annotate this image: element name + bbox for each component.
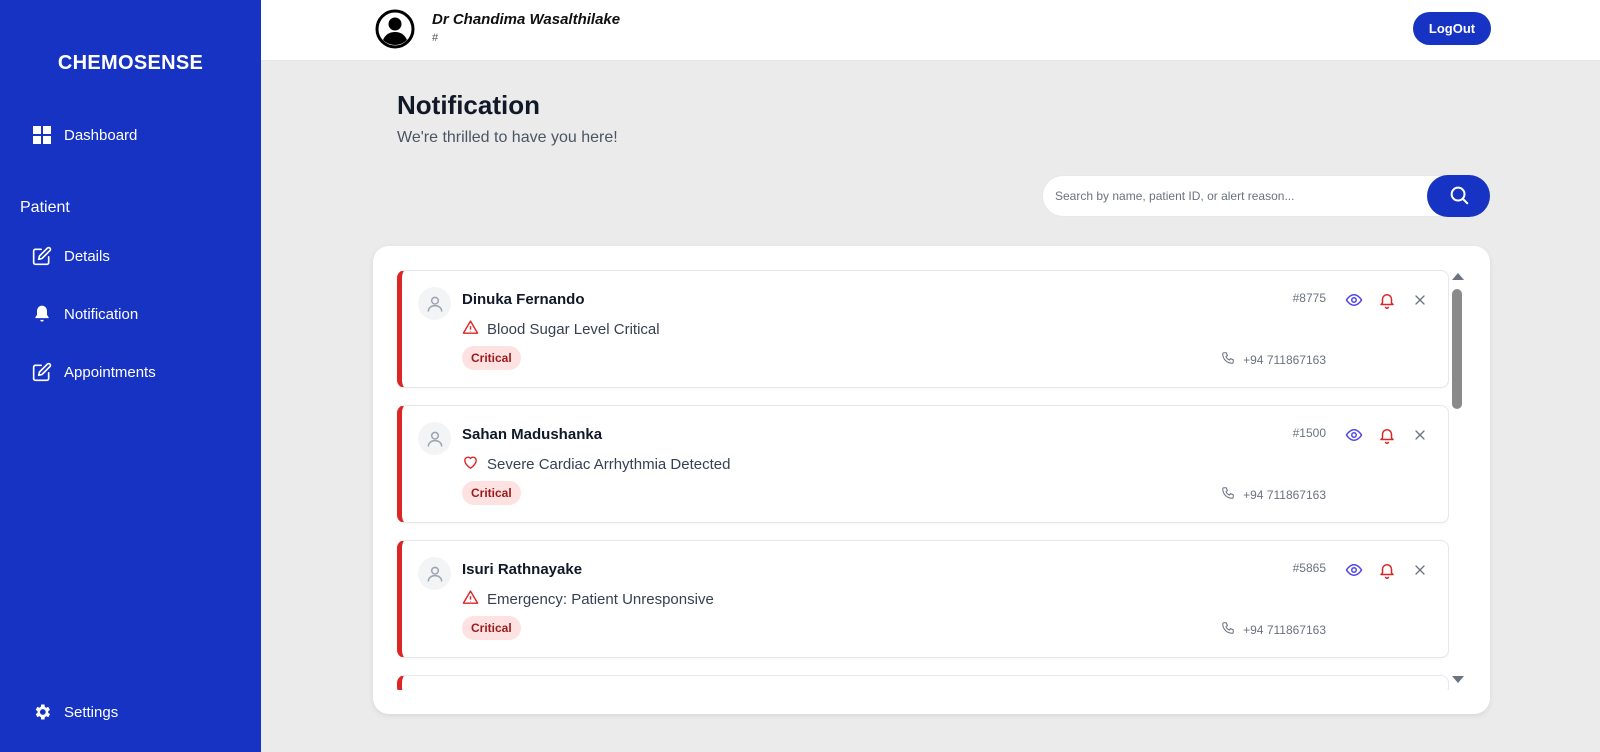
patient-name: Sahan Madushanka bbox=[462, 426, 603, 443]
patient-avatar-icon bbox=[418, 422, 451, 455]
search-input[interactable] bbox=[1055, 176, 1415, 216]
notification-card[interactable] bbox=[397, 675, 1449, 690]
logout-button[interactable]: LogOut bbox=[1413, 12, 1491, 45]
search-button[interactable] bbox=[1427, 175, 1490, 217]
sidebar-item-label: Notification bbox=[64, 305, 139, 323]
phone-icon bbox=[1221, 486, 1235, 503]
patient-id: #1500 bbox=[1292, 426, 1326, 440]
alert-bell-icon[interactable] bbox=[1377, 290, 1397, 310]
sidebar-item-appointments[interactable]: Appointments bbox=[32, 362, 156, 382]
grid-icon bbox=[32, 125, 52, 145]
gear-icon bbox=[32, 702, 52, 722]
alert-triangle-icon bbox=[462, 319, 479, 340]
notifications-panel: Dinuka Fernando Blood Sugar Level Critic… bbox=[373, 246, 1490, 714]
phone-number: +94 711867163 bbox=[1243, 622, 1326, 637]
edit-icon bbox=[32, 362, 52, 382]
page-subtitle: We're thrilled to have you here! bbox=[397, 129, 618, 146]
status-badge: Critical bbox=[462, 481, 521, 505]
alert-reason-text: Severe Cardiac Arrhythmia Detected bbox=[487, 456, 731, 473]
heart-icon bbox=[462, 454, 479, 475]
sidebar-item-label: Details bbox=[64, 247, 110, 265]
scroll-down-arrow-icon[interactable] bbox=[1452, 676, 1464, 683]
scroll-up-arrow-icon[interactable] bbox=[1452, 273, 1464, 280]
view-eye-icon[interactable] bbox=[1344, 290, 1364, 310]
alert-triangle-icon bbox=[462, 589, 479, 610]
alert-reason-text: Blood Sugar Level Critical bbox=[487, 321, 660, 338]
patient-id: #8775 bbox=[1292, 291, 1326, 305]
status-badge: Critical bbox=[462, 346, 521, 370]
phone-icon bbox=[1221, 621, 1235, 638]
view-eye-icon[interactable] bbox=[1344, 425, 1364, 445]
notifications-list[interactable]: Dinuka Fernando Blood Sugar Level Critic… bbox=[397, 270, 1449, 690]
doctor-subtitle: # bbox=[432, 32, 439, 44]
sidebar-item-dashboard[interactable]: Dashboard bbox=[32, 125, 137, 145]
alert-reason-text: Emergency: Patient Unresponsive bbox=[487, 591, 714, 608]
close-icon[interactable] bbox=[1410, 425, 1430, 445]
notification-card[interactable]: Dinuka Fernando Blood Sugar Level Critic… bbox=[397, 270, 1449, 388]
patient-phone: +94 711867163 bbox=[1221, 486, 1326, 503]
phone-number: +94 711867163 bbox=[1243, 352, 1326, 367]
view-eye-icon[interactable] bbox=[1344, 560, 1364, 580]
sidebar-section-patient: Patient bbox=[20, 199, 70, 216]
search-bar bbox=[1042, 175, 1490, 217]
scrollbar-thumb[interactable] bbox=[1452, 289, 1462, 409]
user-avatar-icon[interactable] bbox=[375, 9, 415, 49]
patient-name: Dinuka Fernando bbox=[462, 291, 585, 308]
alert-bell-icon[interactable] bbox=[1377, 560, 1397, 580]
sidebar-item-settings[interactable]: Settings bbox=[32, 702, 118, 722]
sidebar-item-details[interactable]: Details bbox=[32, 246, 110, 266]
alert-reason: Blood Sugar Level Critical bbox=[462, 319, 660, 340]
status-badge: Critical bbox=[462, 616, 521, 640]
brand-logo: CHEMOSENSE bbox=[57, 52, 204, 74]
edit-icon bbox=[32, 246, 52, 266]
search-icon bbox=[1448, 184, 1470, 209]
notification-card[interactable]: Sahan Madushanka Severe Cardiac Arrhythm… bbox=[397, 405, 1449, 523]
alert-reason: Severe Cardiac Arrhythmia Detected bbox=[462, 454, 730, 475]
patient-phone: +94 711867163 bbox=[1221, 351, 1326, 368]
page-title: Notification bbox=[397, 90, 540, 120]
sidebar-item-label: Settings bbox=[64, 703, 119, 721]
phone-icon bbox=[1221, 351, 1235, 368]
sidebar: CHEMOSENSE Dashboard Patient Details Not… bbox=[0, 0, 261, 752]
top-bar: Dr Chandima Wasalthilake # LogOut bbox=[261, 0, 1600, 61]
patient-avatar-icon bbox=[418, 287, 451, 320]
close-icon[interactable] bbox=[1410, 290, 1430, 310]
close-icon[interactable] bbox=[1410, 560, 1430, 580]
alert-reason: Emergency: Patient Unresponsive bbox=[462, 589, 714, 610]
patient-id: #5865 bbox=[1292, 561, 1326, 575]
doctor-name: Dr Chandima Wasalthilake bbox=[432, 11, 621, 28]
patient-avatar-icon bbox=[418, 557, 451, 590]
sidebar-item-label: Dashboard bbox=[64, 126, 138, 144]
bell-icon bbox=[32, 304, 52, 324]
notification-card[interactable]: Isuri Rathnayake Emergency: Patient Unre… bbox=[397, 540, 1449, 658]
sidebar-item-notification[interactable]: Notification bbox=[32, 304, 138, 324]
sidebar-item-label: Appointments bbox=[64, 363, 156, 381]
phone-number: +94 711867163 bbox=[1243, 487, 1326, 502]
patient-phone: +94 711867163 bbox=[1221, 621, 1326, 638]
patient-name: Isuri Rathnayake bbox=[462, 561, 583, 578]
alert-bell-icon[interactable] bbox=[1377, 425, 1397, 445]
